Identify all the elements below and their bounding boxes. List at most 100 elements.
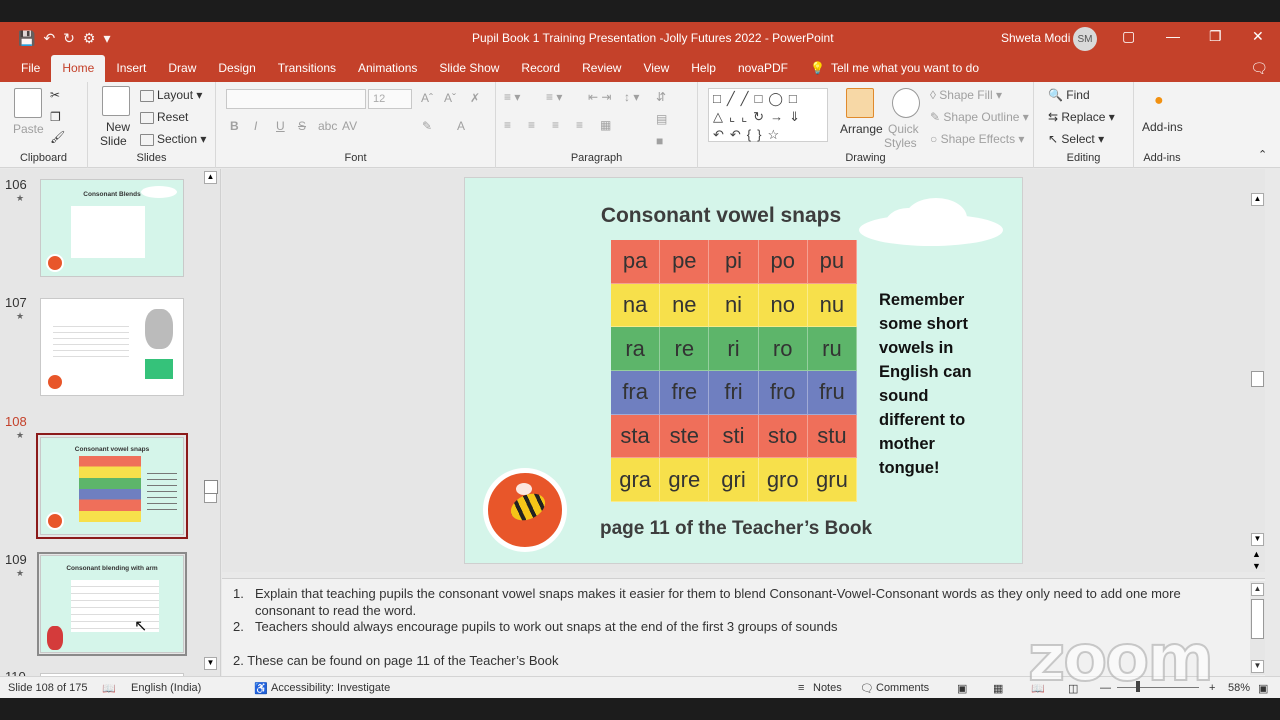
scroll-thumb[interactable] xyxy=(1251,599,1264,639)
new-slide-icon[interactable] xyxy=(102,86,130,116)
tab-insert[interactable]: Insert xyxy=(105,55,157,82)
pane-splitter-handle[interactable] xyxy=(204,480,218,494)
font-color-button[interactable]: A xyxy=(457,119,465,133)
redo-icon[interactable]: ↻ xyxy=(63,30,75,47)
line-spacing-icon[interactable]: ↕ ▾ xyxy=(624,90,639,104)
thumbnail-slide-107[interactable] xyxy=(40,298,184,396)
accessibility-icon[interactable]: ♿ xyxy=(254,682,268,695)
tab-novapdf[interactable]: novaPDF xyxy=(727,55,799,82)
bullets-icon[interactable]: ≡ ▾ xyxy=(504,90,520,104)
addins-icon[interactable]: ● xyxy=(1154,92,1164,110)
shadow-button[interactable]: abc xyxy=(318,119,337,133)
scroll-down-icon[interactable]: ▼ xyxy=(204,657,217,670)
ribbon-display-icon[interactable]: ▢ xyxy=(1122,28,1135,45)
numbering-icon[interactable]: ≡ ▾ xyxy=(546,90,562,104)
paste-icon[interactable] xyxy=(14,88,42,118)
indent-icon[interactable]: ⇤ ⇥ xyxy=(588,90,611,104)
section-button[interactable]: Section ▾ xyxy=(140,132,206,146)
thumbnail-slide-108[interactable]: Consonant vowel snaps xyxy=(36,433,188,539)
accessibility-status[interactable]: Accessibility: Investigate xyxy=(271,682,390,694)
comments-icon[interactable]: 🗨 xyxy=(1250,60,1268,77)
addins-button[interactable]: Add-ins xyxy=(1142,120,1183,134)
tell-me-search[interactable]: 💡 Tell me what you want to do xyxy=(799,55,990,82)
scroll-thumb[interactable] xyxy=(1251,371,1264,387)
notes-button[interactable]: Notes xyxy=(813,682,842,694)
fit-to-window-icon[interactable]: ▣ xyxy=(1258,682,1268,695)
quick-styles-label-2[interactable]: Styles xyxy=(884,136,917,150)
shape-outline-button[interactable]: ✎ Shape Outline ▾ xyxy=(930,110,1029,124)
shapes-gallery[interactable]: □╱╱□◯□ △⌞⌞↻→⇓ ↶↶{}☆ xyxy=(708,88,828,142)
zoom-level[interactable]: 58% xyxy=(1228,682,1250,694)
slide-sorter-icon[interactable]: ▦ xyxy=(993,682,1003,695)
cut-icon[interactable]: ✂ xyxy=(50,88,60,102)
scroll-down-icon[interactable]: ▼ xyxy=(1251,660,1264,673)
comments-button[interactable]: Comments xyxy=(876,682,929,694)
scroll-down-icon[interactable]: ▼ xyxy=(1251,533,1264,546)
shape-fill-button[interactable]: ◊ Shape Fill ▾ xyxy=(930,88,1002,102)
save-icon[interactable]: 💾 xyxy=(18,30,35,47)
shape-effects-button[interactable]: ○ Shape Effects ▾ xyxy=(930,132,1024,146)
justify-icon[interactable]: ≡ xyxy=(576,118,583,132)
tab-review[interactable]: Review xyxy=(571,55,632,82)
highlight-icon[interactable]: ✎ xyxy=(422,119,432,133)
copy-icon[interactable]: ❐ xyxy=(50,110,61,124)
comments-status-icon[interactable]: 🗨 xyxy=(860,682,874,695)
tab-record[interactable]: Record xyxy=(510,55,571,82)
tab-help[interactable]: Help xyxy=(680,55,727,82)
current-slide[interactable]: Consonant vowel snaps pa pe pi po pu na … xyxy=(464,177,1023,564)
tab-draw[interactable]: Draw xyxy=(157,55,207,82)
quick-styles-label-1[interactable]: Quick xyxy=(888,122,919,136)
present-icon[interactable]: ⚙ xyxy=(83,30,96,47)
text-direction-icon[interactable]: ⇵ xyxy=(656,90,666,104)
language-status[interactable]: English (India) xyxy=(131,682,201,694)
bold-button[interactable]: B xyxy=(230,119,239,133)
italic-button[interactable]: I xyxy=(254,119,257,133)
smartart-icon[interactable]: ■ xyxy=(656,134,663,148)
select-button[interactable]: ↖ Select ▾ xyxy=(1048,132,1104,146)
notes-icon[interactable]: ≡ xyxy=(798,682,804,694)
undo-icon[interactable]: ↶ xyxy=(43,30,55,47)
columns-icon[interactable]: ▦ xyxy=(600,118,611,132)
tab-animations[interactable]: Animations xyxy=(347,55,428,82)
thumbnails-scrollbar[interactable]: ▲ ▼ xyxy=(203,169,218,676)
align-right-icon[interactable]: ≡ xyxy=(552,118,559,132)
clear-format-icon[interactable]: ✗ xyxy=(470,91,480,105)
customize-qat-icon[interactable]: ▾ xyxy=(103,30,110,47)
close-icon[interactable]: ✕ xyxy=(1252,28,1264,45)
notes-scrollbar[interactable]: ▲ ▼ xyxy=(1250,581,1265,675)
font-name-combo[interactable] xyxy=(226,89,366,109)
underline-button[interactable]: U xyxy=(276,119,285,133)
next-slide-icon[interactable]: ▼ xyxy=(1252,561,1261,571)
collapse-ribbon-icon[interactable]: ⌃ xyxy=(1258,148,1267,161)
normal-view-icon[interactable]: ▣ xyxy=(957,682,967,695)
arrange-icon[interactable] xyxy=(846,88,874,118)
tab-home[interactable]: Home xyxy=(51,55,106,82)
arrange-button[interactable]: Arrange xyxy=(840,122,883,136)
align-text-icon[interactable]: ▤ xyxy=(656,112,667,126)
tab-slide-show[interactable]: Slide Show xyxy=(428,55,510,82)
format-painter-icon[interactable]: 🖌 xyxy=(50,130,65,144)
previous-slide-icon[interactable]: ▲ xyxy=(1252,549,1261,559)
slide-scrollbar[interactable]: ▲ ▼ ▲ ▼ xyxy=(1250,169,1265,572)
paste-button[interactable]: Paste xyxy=(13,122,44,136)
replace-button[interactable]: ⇆ Replace ▾ xyxy=(1048,110,1115,124)
avatar[interactable]: SM xyxy=(1073,27,1097,51)
scroll-up-icon[interactable]: ▲ xyxy=(204,171,217,184)
restore-icon[interactable]: ❐ xyxy=(1209,28,1222,45)
tab-file[interactable]: File xyxy=(10,55,51,82)
thumbnail-slide-109[interactable]: Consonant blending with arm xyxy=(37,552,187,656)
spelling-icon[interactable]: 📖 xyxy=(102,682,116,695)
find-button[interactable]: 🔍 Find xyxy=(1048,88,1090,102)
thumbnail-slide-106[interactable]: Consonant Blends xyxy=(40,179,184,277)
layout-button[interactable]: Layout ▾ xyxy=(140,88,202,102)
align-left-icon[interactable]: ≡ xyxy=(504,118,511,132)
scroll-up-icon[interactable]: ▲ xyxy=(1251,583,1264,596)
tab-transitions[interactable]: Transitions xyxy=(267,55,347,82)
minimize-icon[interactable]: — xyxy=(1166,28,1180,44)
reset-button[interactable]: Reset xyxy=(140,110,188,124)
tab-design[interactable]: Design xyxy=(207,55,266,82)
strikethrough-button[interactable]: S xyxy=(298,119,306,133)
grow-font-icon[interactable]: Aˆ xyxy=(421,91,433,105)
font-size-combo[interactable]: 12 xyxy=(368,89,412,109)
new-slide-label-2[interactable]: Slide xyxy=(100,134,127,148)
